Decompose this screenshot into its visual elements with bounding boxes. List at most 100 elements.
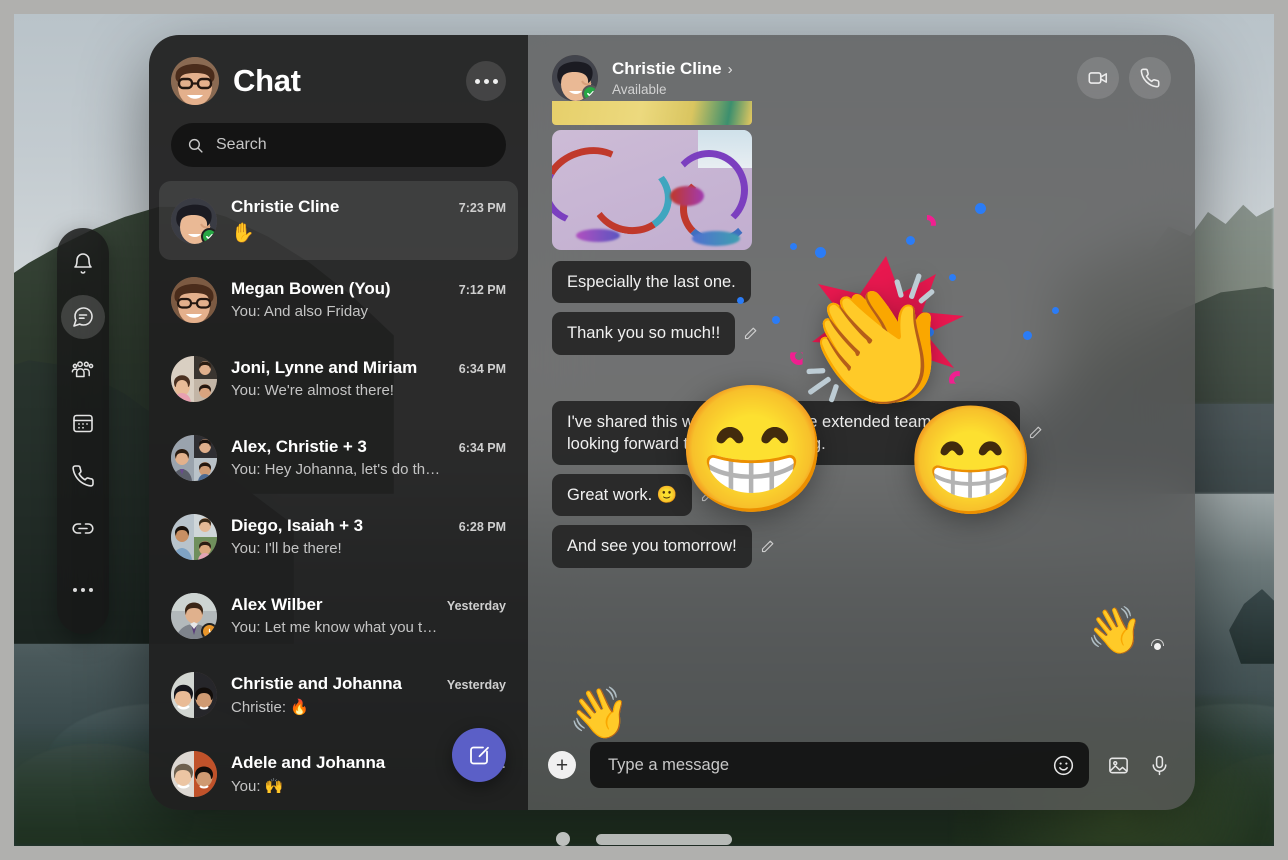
edit-pencil-icon[interactable] [700, 488, 715, 503]
chat-item-name: Christie Cline [231, 196, 340, 216]
gaze-cursor [1151, 639, 1164, 652]
rail-item-files[interactable] [61, 507, 105, 551]
avatar-photo [171, 434, 217, 481]
rail-item-calendar[interactable] [61, 401, 105, 445]
chat-item-body: Christie Cline 7:23 PM ✋ [231, 197, 506, 245]
edit-pencil-icon[interactable] [760, 539, 775, 554]
message-row: I've shared this with the team. The exte… [552, 400, 1043, 466]
shared-image-fragment [670, 186, 704, 206]
bell-icon [74, 253, 92, 274]
chat-list-item-megan-bowen[interactable]: Megan Bowen (You) 7:12 PM You: And also … [159, 260, 518, 339]
avatar [171, 197, 217, 244]
presence-badge-away [201, 622, 217, 639]
shared-image-fragment [692, 231, 740, 246]
chat-list-item-joni-lynne-miriam[interactable]: Joni, Lynne and Miriam 6:34 PM You: We'r… [159, 339, 518, 418]
chat-list-item-christie-cline[interactable]: Christie Cline 7:23 PM ✋ [159, 181, 518, 260]
contact-name: Christie Cline [612, 59, 722, 78]
chat-bubble-icon [73, 307, 93, 327]
search-container [149, 105, 528, 177]
shared-image-main [552, 130, 752, 250]
chat-item-preview: You: We're almost there! [231, 382, 394, 399]
video-call-button[interactable] [1077, 57, 1119, 99]
avatar-group [171, 434, 217, 481]
shared-image-top [552, 101, 752, 125]
rail-item-more[interactable] [61, 568, 105, 612]
chat-list-item-alex-wilber[interactable]: Alex Wilber Yesterday You: Let me know w… [159, 576, 518, 655]
picture-icon [1109, 757, 1128, 773]
contact-name-row[interactable]: Christie Cline › [612, 59, 1063, 79]
confetti-dot [975, 203, 986, 214]
avatar [171, 592, 217, 639]
window-resize-handle[interactable] [596, 833, 732, 845]
video-camera-icon [1088, 72, 1108, 84]
message-bubble[interactable]: Especially the last one. [552, 261, 751, 304]
avatar-group [171, 750, 217, 797]
chat-list-item-diego-isaiah[interactable]: Diego, Isaiah + 3 6:28 PM You: I'll be t… [159, 497, 518, 576]
voice-button[interactable] [1148, 754, 1171, 777]
chat-item-body: Alex Wilber Yesterday You: Let me know w… [231, 595, 506, 636]
contact-info: Christie Cline › Available [612, 59, 1063, 97]
rail-item-activity[interactable] [61, 242, 105, 286]
edit-pencil-icon[interactable] [743, 326, 758, 341]
presence-badge-available [582, 85, 598, 101]
message-row: Especially the last one. [552, 261, 751, 304]
emoji-button[interactable] [1052, 754, 1075, 777]
image-button[interactable] [1107, 754, 1130, 777]
chat-list-header: Chat [149, 35, 528, 105]
add-attachment-button[interactable]: + [548, 751, 576, 779]
chat-item-name: Adele and Johanna [231, 752, 386, 772]
message-row: Thank you so much!! [552, 312, 758, 355]
chat-list-pane: Chat Search Christie Cline 7:23 PM ✋ Meg… [149, 35, 528, 810]
edit-pencil-icon[interactable] [1028, 425, 1043, 440]
chat-list-item-christie-johanna[interactable]: Christie and Johanna Yesterday Christie:… [159, 655, 518, 734]
contact-avatar[interactable] [552, 55, 598, 101]
chat-list-item-alex-christie[interactable]: Alex, Christie + 3 6:34 PM You: Hey Joha… [159, 418, 518, 497]
chat-item-name: Diego, Isaiah + 3 [231, 516, 363, 535]
search-icon [188, 138, 203, 153]
message-input-box[interactable] [590, 742, 1089, 788]
screen: Chat Search Christie Cline 7:23 PM ✋ Meg… [0, 0, 1288, 860]
conversation-actions [1077, 57, 1171, 99]
chat-item-preview: You: I'll be there! [231, 540, 342, 557]
message-bubble[interactable]: Thank you so much!! [552, 312, 736, 355]
message-bubble[interactable]: Great work. 🙂 [552, 474, 693, 517]
new-chat-button[interactable] [452, 728, 506, 782]
chat-list-more-button[interactable] [466, 61, 506, 101]
compose-extra-buttons [1103, 754, 1171, 777]
current-user-avatar[interactable] [171, 57, 219, 105]
chat-app-window: Chat Search Christie Cline 7:23 PM ✋ Meg… [149, 35, 1195, 810]
message-input[interactable] [608, 755, 1038, 775]
check-icon [587, 90, 594, 97]
window-indicator-dot[interactable] [556, 832, 570, 846]
link-icon [72, 523, 94, 534]
reaction-burst-graphic [812, 256, 964, 396]
confetti-dot [924, 327, 934, 337]
rail-item-calls[interactable] [61, 454, 105, 498]
search-input[interactable] [216, 136, 490, 154]
message-bubble[interactable]: I've shared this with the team. The exte… [552, 400, 1020, 466]
rail-item-chat[interactable] [61, 295, 105, 339]
page-title: Chat [233, 63, 301, 98]
rail-item-teams[interactable] [61, 348, 105, 392]
microphone-icon [1152, 755, 1167, 775]
confetti-dot [737, 297, 744, 304]
avatar [171, 276, 217, 323]
people-icon [71, 361, 94, 378]
avatar-photo [171, 671, 217, 718]
audio-call-button[interactable] [1129, 57, 1171, 99]
chat-item-preview: You: Let me know what you t… [231, 619, 438, 636]
smiley-icon [1053, 755, 1074, 775]
chat-item-time: 6:28 PM [458, 520, 506, 534]
message-list[interactable]: Especially the last one. Thank you so mu… [528, 101, 1195, 728]
chat-item-preview: ✋ [231, 222, 255, 244]
confetti-dot [949, 274, 956, 281]
chat-list[interactable]: Christie Cline 7:23 PM ✋ Megan Bowen (Yo… [149, 177, 528, 810]
search-box[interactable] [171, 123, 506, 167]
avatar-group [171, 671, 217, 718]
avatar-photo [171, 750, 217, 797]
more-dots-icon [474, 78, 498, 84]
message-bubble[interactable]: And see you tomorrow! [552, 525, 752, 568]
shared-image-message[interactable] [552, 101, 752, 250]
chat-item-time: 7:12 PM [458, 283, 506, 297]
confetti-dot [815, 247, 826, 258]
